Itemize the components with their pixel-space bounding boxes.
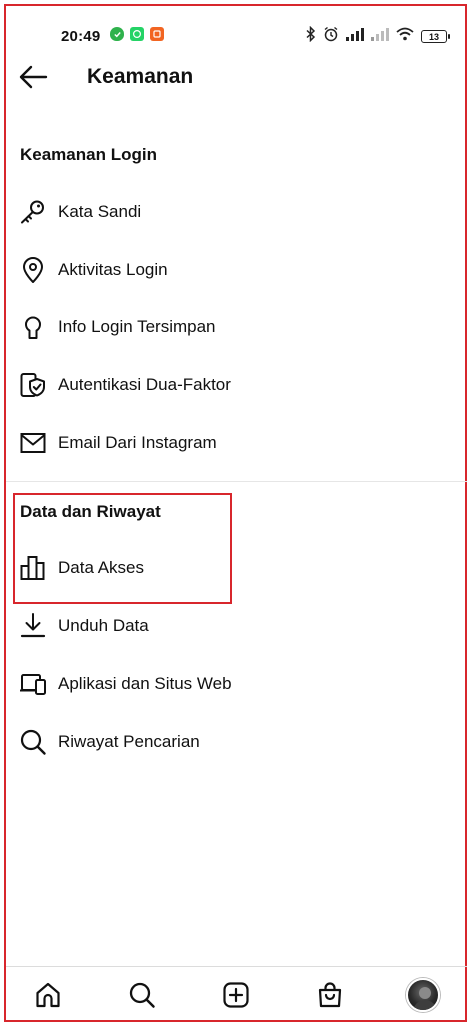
battery-indicator: 13: [421, 30, 450, 43]
envelope-icon: [19, 429, 47, 457]
notification-icons: [110, 27, 164, 41]
menu-item-instagram-email[interactable]: Email Dari Instagram: [0, 417, 473, 469]
location-pin-icon: [19, 256, 47, 284]
profile-avatar: [406, 978, 440, 1012]
key-icon: [19, 198, 47, 226]
menu-item-two-factor[interactable]: Autentikasi Dua-Faktor: [0, 359, 473, 411]
bluetooth-icon: [306, 25, 316, 47]
nav-shop-button[interactable]: [312, 977, 348, 1013]
page-header: Keamanan: [0, 52, 473, 104]
wifi-icon: [396, 27, 414, 46]
section-divider: [6, 481, 467, 482]
devices-icon: [19, 670, 47, 698]
menu-item-label: Data Akses: [58, 558, 144, 577]
search-icon: [19, 728, 47, 756]
menu-item-label: Email Dari Instagram: [58, 433, 217, 452]
shop-icon: [318, 982, 342, 1008]
menu-item-label: Unduh Data: [58, 616, 149, 635]
menu-item-label: Autentikasi Dua-Faktor: [58, 375, 231, 394]
menu-item-search-history[interactable]: Riwayat Pencarian: [0, 716, 473, 768]
menu-item-apps-websites[interactable]: Aplikasi dan Situs Web: [0, 658, 473, 710]
nav-home-button[interactable]: [30, 977, 66, 1013]
menu-item-saved-login-info[interactable]: Info Login Tersimpan: [0, 301, 473, 353]
page-title: Keamanan: [87, 65, 194, 88]
alarm-icon: [323, 26, 339, 47]
menu-item-access-data[interactable]: Data Akses: [0, 542, 473, 594]
nav-search-button[interactable]: [124, 977, 160, 1013]
menu-item-label: Kata Sandi: [58, 202, 142, 221]
shield-check-icon: [19, 371, 47, 399]
add-post-icon: [223, 982, 249, 1008]
nav-profile-button[interactable]: [405, 977, 441, 1013]
search-icon: [129, 982, 155, 1008]
section-heading-data-history: Data dan Riwayat: [20, 502, 161, 521]
status-time: 20:49: [61, 28, 101, 45]
menu-item-label: Aplikasi dan Situs Web: [58, 674, 232, 693]
bottom-navigation: [6, 966, 467, 1022]
vpn-shield-icon: [110, 27, 124, 41]
home-icon: [36, 982, 60, 1008]
menu-item-password[interactable]: Kata Sandi: [0, 186, 473, 238]
menu-item-login-activity[interactable]: Aktivitas Login: [0, 244, 473, 296]
back-button[interactable]: [16, 62, 50, 92]
section-heading-login-security: Keamanan Login: [20, 145, 157, 164]
signal-weak-icon: [371, 27, 389, 46]
keyhole-icon: [19, 313, 47, 341]
system-icons: 13: [306, 25, 450, 47]
app-notification-icon: [150, 27, 164, 41]
whatsapp-icon: [130, 27, 144, 41]
bar-chart-icon: [19, 554, 47, 582]
status-bar: 20:49 13: [0, 10, 473, 47]
menu-item-download-data[interactable]: Unduh Data: [0, 600, 473, 652]
menu-item-label: Riwayat Pencarian: [58, 732, 200, 751]
menu-item-label: Aktivitas Login: [58, 260, 168, 279]
signal-icon: [346, 27, 364, 46]
menu-item-label: Info Login Tersimpan: [58, 317, 216, 336]
download-icon: [19, 612, 47, 640]
arrow-left-icon: [19, 65, 48, 89]
nav-add-post-button[interactable]: [218, 977, 254, 1013]
